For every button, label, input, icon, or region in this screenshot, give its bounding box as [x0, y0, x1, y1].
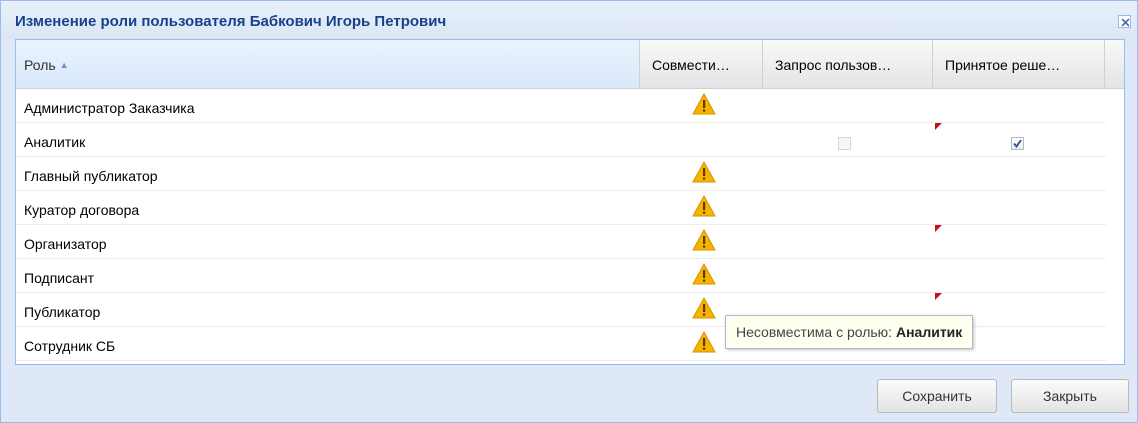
table-row[interactable]: Аналитик: [16, 123, 1106, 157]
role-cell: Администратор Заказчика: [24, 100, 195, 116]
role-cell: Сотрудник СБ: [24, 338, 116, 354]
warning-icon: [692, 229, 716, 251]
close-icon[interactable]: [1118, 15, 1131, 28]
warning-icon: [692, 195, 716, 217]
table-row[interactable]: Куратор договора: [16, 191, 1106, 225]
warning-icon: [692, 263, 716, 285]
column-header-role-label: Роль: [24, 57, 56, 73]
incompatibility-tooltip: Несовместима с ролью: Аналитик: [725, 315, 974, 349]
close-button[interactable]: Закрыть: [1011, 379, 1129, 413]
warning-icon: [692, 297, 716, 319]
decision-checkbox[interactable]: [1011, 137, 1024, 150]
warning-icon: [692, 331, 716, 353]
warning-icon: [692, 93, 716, 115]
warning-icon: [692, 161, 716, 183]
save-button[interactable]: Сохранить: [877, 379, 997, 413]
dialog-title: Изменение роли пользователя Бабкович Иго…: [15, 13, 447, 30]
table-row[interactable]: Главный публикатор: [16, 157, 1106, 191]
table-row[interactable]: Организатор: [16, 225, 1106, 259]
dirty-marker-icon: [935, 123, 942, 130]
column-header-role[interactable]: Роль ▲: [16, 40, 640, 88]
tooltip-prefix: Несовместима с ролью:: [736, 324, 893, 340]
column-header-decision[interactable]: Принятое реше…: [933, 40, 1105, 88]
role-cell: Подписант: [24, 270, 95, 286]
role-cell: Публикатор: [24, 304, 101, 320]
column-header-request[interactable]: Запрос пользов…: [763, 40, 933, 88]
role-cell: Аналитик: [24, 134, 86, 150]
role-cell: Организатор: [24, 236, 107, 252]
table-row[interactable]: Подписант: [16, 259, 1106, 293]
column-header-compat[interactable]: Совмести…: [640, 40, 763, 88]
sort-ascending-icon: ▲: [59, 60, 69, 70]
dirty-marker-icon: [935, 225, 942, 232]
role-cell: Главный публикатор: [24, 168, 158, 184]
request-checkbox[interactable]: [838, 137, 851, 150]
role-cell: Куратор договора: [24, 202, 140, 218]
grid-header: Роль ▲ Совмести… Запрос пользов… Принятое…: [16, 40, 1124, 89]
table-row[interactable]: Администратор Заказчика: [16, 89, 1106, 123]
tooltip-role: Аналитик: [895, 324, 963, 340]
change-role-dialog: Изменение роли пользователя Бабкович Иго…: [0, 0, 1138, 423]
dialog-titlebar: Изменение роли пользователя Бабкович Иго…: [1, 1, 1137, 39]
dirty-marker-icon: [935, 293, 942, 300]
